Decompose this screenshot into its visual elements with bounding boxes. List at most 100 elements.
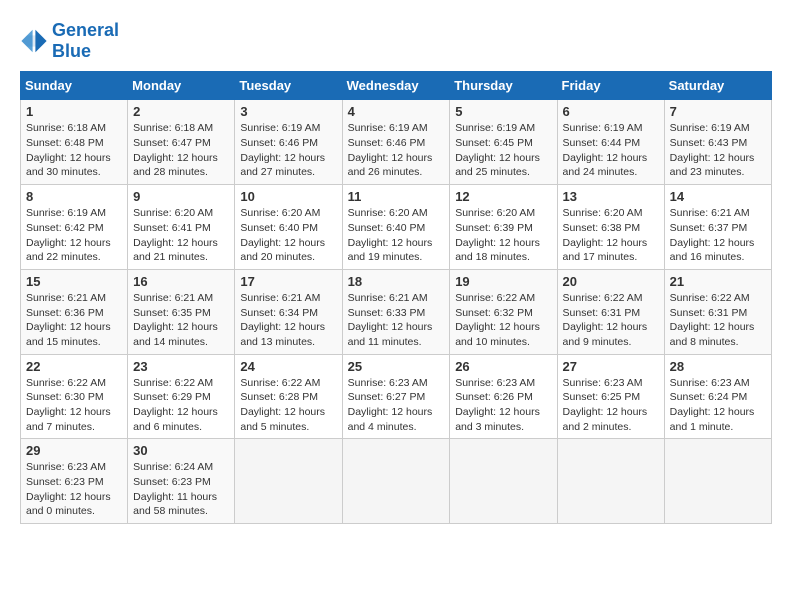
calendar-cell: 12 Sunrise: 6:20 AM Sunset: 6:39 PM Dayl…: [450, 185, 557, 270]
header-thursday: Thursday: [450, 72, 557, 100]
calendar-cell: 17 Sunrise: 6:21 AM Sunset: 6:34 PM Dayl…: [235, 269, 342, 354]
day-number: 17: [240, 274, 336, 289]
calendar-week-2: 8 Sunrise: 6:19 AM Sunset: 6:42 PM Dayli…: [21, 185, 772, 270]
day-info: Sunrise: 6:23 AM Sunset: 6:25 PM Dayligh…: [563, 376, 659, 435]
calendar-cell: 9 Sunrise: 6:20 AM Sunset: 6:41 PM Dayli…: [128, 185, 235, 270]
day-info: Sunrise: 6:22 AM Sunset: 6:31 PM Dayligh…: [670, 291, 766, 350]
calendar-cell: 20 Sunrise: 6:22 AM Sunset: 6:31 PM Dayl…: [557, 269, 664, 354]
calendar-cell: 3 Sunrise: 6:19 AM Sunset: 6:46 PM Dayli…: [235, 100, 342, 185]
calendar-cell: 21 Sunrise: 6:22 AM Sunset: 6:31 PM Dayl…: [664, 269, 771, 354]
day-info: Sunrise: 6:19 AM Sunset: 6:46 PM Dayligh…: [240, 121, 336, 180]
day-info: Sunrise: 6:21 AM Sunset: 6:37 PM Dayligh…: [670, 206, 766, 265]
calendar-cell: 1 Sunrise: 6:18 AM Sunset: 6:48 PM Dayli…: [21, 100, 128, 185]
day-info: Sunrise: 6:21 AM Sunset: 6:36 PM Dayligh…: [26, 291, 122, 350]
calendar-cell: 14 Sunrise: 6:21 AM Sunset: 6:37 PM Dayl…: [664, 185, 771, 270]
day-number: 24: [240, 359, 336, 374]
calendar-cell: [664, 439, 771, 524]
day-number: 15: [26, 274, 122, 289]
header-monday: Monday: [128, 72, 235, 100]
calendar-week-5: 29 Sunrise: 6:23 AM Sunset: 6:23 PM Dayl…: [21, 439, 772, 524]
day-number: 25: [348, 359, 445, 374]
logo-icon: [20, 27, 48, 55]
day-info: Sunrise: 6:20 AM Sunset: 6:39 PM Dayligh…: [455, 206, 551, 265]
calendar-week-4: 22 Sunrise: 6:22 AM Sunset: 6:30 PM Dayl…: [21, 354, 772, 439]
day-number: 7: [670, 104, 766, 119]
day-info: Sunrise: 6:19 AM Sunset: 6:46 PM Dayligh…: [348, 121, 445, 180]
day-number: 28: [670, 359, 766, 374]
day-number: 8: [26, 189, 122, 204]
header: General Blue: [20, 20, 772, 61]
day-info: Sunrise: 6:19 AM Sunset: 6:42 PM Dayligh…: [26, 206, 122, 265]
header-saturday: Saturday: [664, 72, 771, 100]
day-info: Sunrise: 6:23 AM Sunset: 6:24 PM Dayligh…: [670, 376, 766, 435]
day-number: 2: [133, 104, 229, 119]
day-number: 26: [455, 359, 551, 374]
day-info: Sunrise: 6:23 AM Sunset: 6:23 PM Dayligh…: [26, 460, 122, 519]
day-info: Sunrise: 6:23 AM Sunset: 6:27 PM Dayligh…: [348, 376, 445, 435]
day-info: Sunrise: 6:22 AM Sunset: 6:30 PM Dayligh…: [26, 376, 122, 435]
header-tuesday: Tuesday: [235, 72, 342, 100]
calendar-cell: [450, 439, 557, 524]
logo: General Blue: [20, 20, 119, 61]
calendar-cell: [342, 439, 450, 524]
calendar-cell: 6 Sunrise: 6:19 AM Sunset: 6:44 PM Dayli…: [557, 100, 664, 185]
calendar-cell: 27 Sunrise: 6:23 AM Sunset: 6:25 PM Dayl…: [557, 354, 664, 439]
calendar-cell: 8 Sunrise: 6:19 AM Sunset: 6:42 PM Dayli…: [21, 185, 128, 270]
header-wednesday: Wednesday: [342, 72, 450, 100]
calendar-cell: 2 Sunrise: 6:18 AM Sunset: 6:47 PM Dayli…: [128, 100, 235, 185]
day-info: Sunrise: 6:19 AM Sunset: 6:44 PM Dayligh…: [563, 121, 659, 180]
calendar-cell: 25 Sunrise: 6:23 AM Sunset: 6:27 PM Dayl…: [342, 354, 450, 439]
day-number: 14: [670, 189, 766, 204]
day-number: 20: [563, 274, 659, 289]
header-row: SundayMondayTuesdayWednesdayThursdayFrid…: [21, 72, 772, 100]
calendar-cell: 11 Sunrise: 6:20 AM Sunset: 6:40 PM Dayl…: [342, 185, 450, 270]
calendar-cell: 7 Sunrise: 6:19 AM Sunset: 6:43 PM Dayli…: [664, 100, 771, 185]
day-info: Sunrise: 6:22 AM Sunset: 6:29 PM Dayligh…: [133, 376, 229, 435]
day-number: 16: [133, 274, 229, 289]
day-number: 9: [133, 189, 229, 204]
day-info: Sunrise: 6:19 AM Sunset: 6:43 PM Dayligh…: [670, 121, 766, 180]
day-number: 4: [348, 104, 445, 119]
calendar-cell: 10 Sunrise: 6:20 AM Sunset: 6:40 PM Dayl…: [235, 185, 342, 270]
calendar-week-1: 1 Sunrise: 6:18 AM Sunset: 6:48 PM Dayli…: [21, 100, 772, 185]
header-sunday: Sunday: [21, 72, 128, 100]
calendar-week-3: 15 Sunrise: 6:21 AM Sunset: 6:36 PM Dayl…: [21, 269, 772, 354]
calendar-table: SundayMondayTuesdayWednesdayThursdayFrid…: [20, 71, 772, 524]
day-info: Sunrise: 6:21 AM Sunset: 6:34 PM Dayligh…: [240, 291, 336, 350]
calendar-cell: 18 Sunrise: 6:21 AM Sunset: 6:33 PM Dayl…: [342, 269, 450, 354]
calendar-cell: 19 Sunrise: 6:22 AM Sunset: 6:32 PM Dayl…: [450, 269, 557, 354]
day-info: Sunrise: 6:24 AM Sunset: 6:23 PM Dayligh…: [133, 460, 229, 519]
calendar-cell: 5 Sunrise: 6:19 AM Sunset: 6:45 PM Dayli…: [450, 100, 557, 185]
calendar-cell: 24 Sunrise: 6:22 AM Sunset: 6:28 PM Dayl…: [235, 354, 342, 439]
day-info: Sunrise: 6:22 AM Sunset: 6:32 PM Dayligh…: [455, 291, 551, 350]
day-info: Sunrise: 6:21 AM Sunset: 6:33 PM Dayligh…: [348, 291, 445, 350]
day-info: Sunrise: 6:22 AM Sunset: 6:28 PM Dayligh…: [240, 376, 336, 435]
calendar-cell: 13 Sunrise: 6:20 AM Sunset: 6:38 PM Dayl…: [557, 185, 664, 270]
day-info: Sunrise: 6:20 AM Sunset: 6:40 PM Dayligh…: [240, 206, 336, 265]
day-number: 1: [26, 104, 122, 119]
calendar-cell: [235, 439, 342, 524]
day-info: Sunrise: 6:18 AM Sunset: 6:47 PM Dayligh…: [133, 121, 229, 180]
day-info: Sunrise: 6:23 AM Sunset: 6:26 PM Dayligh…: [455, 376, 551, 435]
header-friday: Friday: [557, 72, 664, 100]
day-number: 10: [240, 189, 336, 204]
calendar-cell: 16 Sunrise: 6:21 AM Sunset: 6:35 PM Dayl…: [128, 269, 235, 354]
day-number: 19: [455, 274, 551, 289]
day-number: 13: [563, 189, 659, 204]
day-number: 18: [348, 274, 445, 289]
day-number: 30: [133, 443, 229, 458]
logo-text: General Blue: [52, 20, 119, 61]
calendar-cell: 26 Sunrise: 6:23 AM Sunset: 6:26 PM Dayl…: [450, 354, 557, 439]
day-number: 3: [240, 104, 336, 119]
day-info: Sunrise: 6:20 AM Sunset: 6:38 PM Dayligh…: [563, 206, 659, 265]
calendar-cell: 15 Sunrise: 6:21 AM Sunset: 6:36 PM Dayl…: [21, 269, 128, 354]
day-number: 27: [563, 359, 659, 374]
day-number: 21: [670, 274, 766, 289]
calendar-cell: 4 Sunrise: 6:19 AM Sunset: 6:46 PM Dayli…: [342, 100, 450, 185]
calendar-cell: 22 Sunrise: 6:22 AM Sunset: 6:30 PM Dayl…: [21, 354, 128, 439]
day-number: 29: [26, 443, 122, 458]
day-number: 6: [563, 104, 659, 119]
calendar-cell: 28 Sunrise: 6:23 AM Sunset: 6:24 PM Dayl…: [664, 354, 771, 439]
calendar-cell: 23 Sunrise: 6:22 AM Sunset: 6:29 PM Dayl…: [128, 354, 235, 439]
day-info: Sunrise: 6:21 AM Sunset: 6:35 PM Dayligh…: [133, 291, 229, 350]
